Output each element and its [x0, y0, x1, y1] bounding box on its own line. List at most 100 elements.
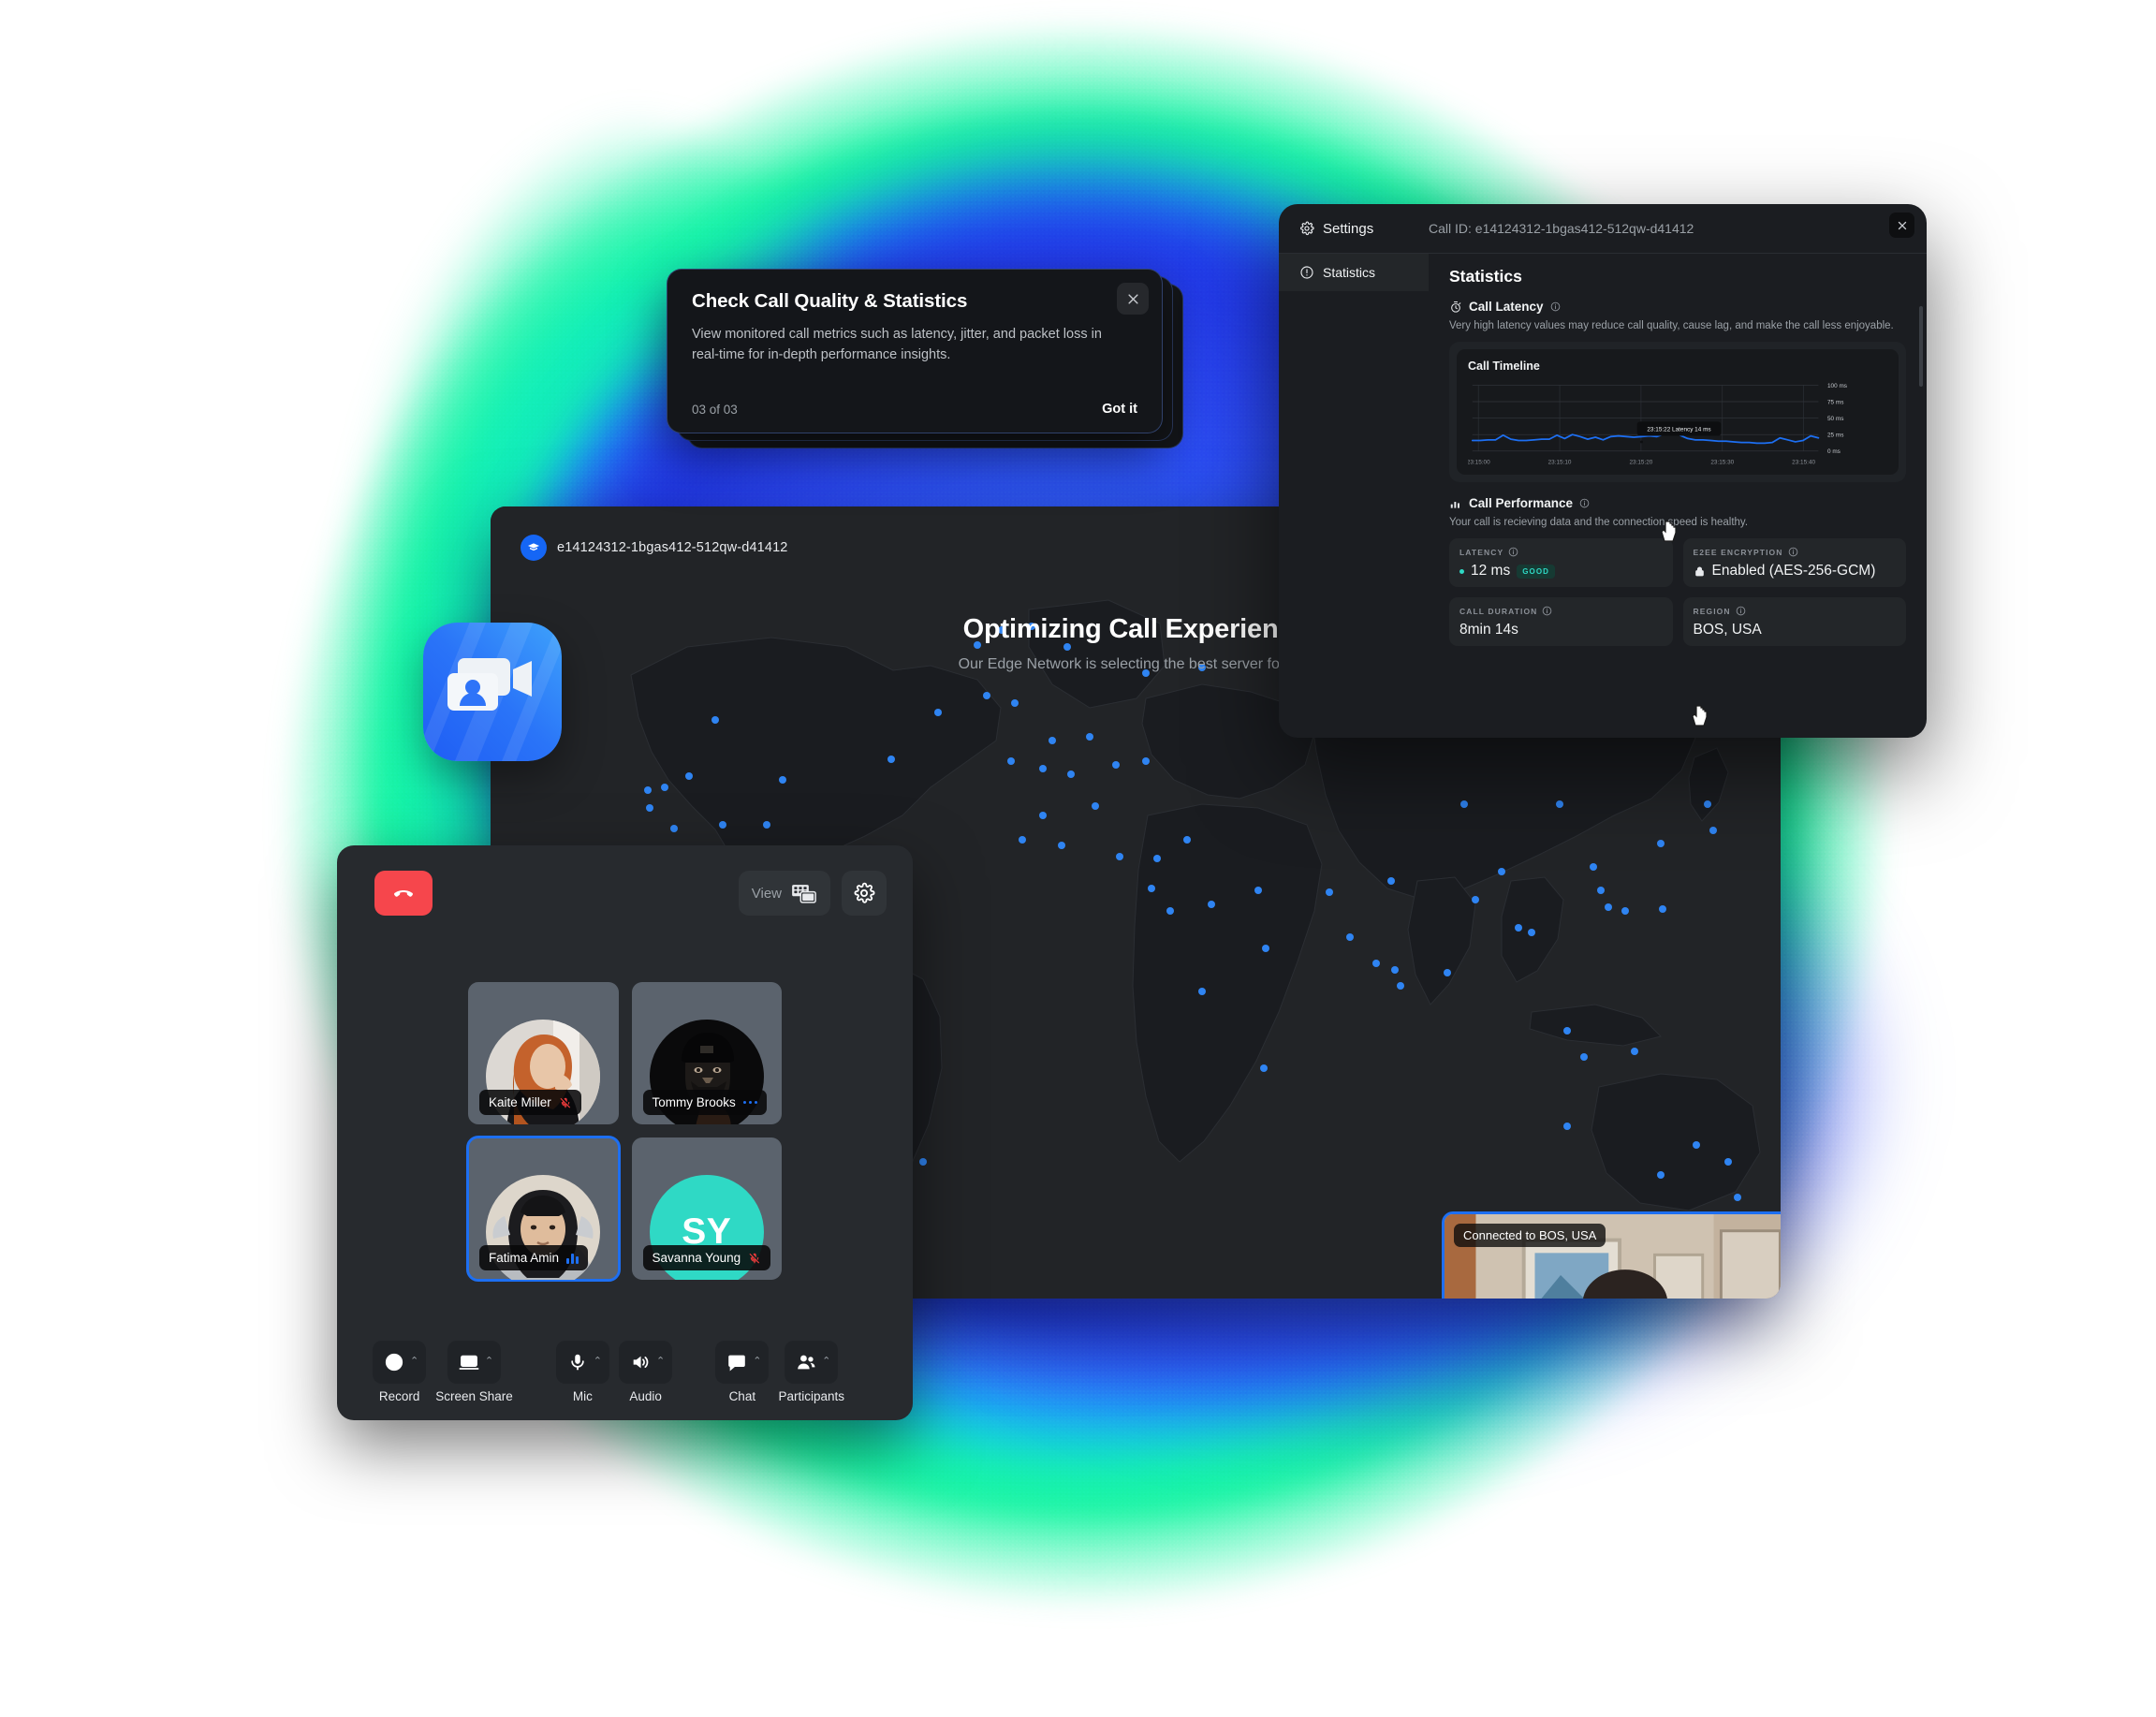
- onboarding-tooltip-stack: Check Call Quality & Statistics View mon…: [667, 269, 1183, 448]
- info-icon: [1736, 606, 1745, 616]
- mic-muted-icon: [560, 1097, 570, 1108]
- audio-button[interactable]: ⌃: [619, 1341, 673, 1384]
- stats-window-header: Settings Call ID: e14124312-1bgas412-512…: [1279, 204, 1927, 254]
- onboarding-tooltip-card: Check Call Quality & Statistics View mon…: [667, 269, 1163, 433]
- stream-logo-icon: [521, 535, 547, 561]
- bar-chart-icon: [1450, 501, 1459, 508]
- toolbar-item-mic: ⌃ Mic: [555, 1341, 609, 1403]
- participant-tile[interactable]: SY Savanna Young: [631, 1137, 782, 1280]
- chat-icon: [728, 1355, 746, 1372]
- settings-gear-button[interactable]: [842, 871, 887, 916]
- svg-text:23:15:30: 23:15:30: [1710, 459, 1734, 465]
- chevron-up-icon: ⌃: [410, 1355, 419, 1367]
- gear-icon: [1300, 221, 1314, 236]
- svg-text:23:15:22 Latency 14 ms: 23:15:22 Latency 14 ms: [1647, 427, 1710, 433]
- view-layout-button[interactable]: View: [738, 871, 830, 916]
- stats-content: Statistics Call Latency Very high latenc…: [1429, 254, 1927, 738]
- metric-region: REGION BOS, USA: [1682, 597, 1906, 646]
- more-options-icon[interactable]: [742, 1100, 758, 1105]
- svg-text:25 ms: 25 ms: [1827, 433, 1843, 439]
- leave-call-button[interactable]: [374, 871, 433, 916]
- metric-label: LATENCY: [1459, 547, 1504, 557]
- tooltip-step-counter: 03 of 03: [692, 402, 738, 417]
- stopwatch-icon: [1451, 301, 1461, 313]
- svg-text:23:15:00: 23:15:00: [1468, 459, 1490, 465]
- metric-duration: CALL DURATION 8min 14s: [1449, 597, 1673, 646]
- info-icon: [1788, 547, 1797, 557]
- call-toolbar: ⌃ Record ⌃ Screen Share ⌃ Mic ⌃ Audio ⌃ …: [373, 1341, 877, 1403]
- toolbar-item-participants: ⌃ Participants: [778, 1341, 844, 1403]
- toolbar-mic-button[interactable]: ⌃: [555, 1341, 609, 1384]
- chevron-up-icon: ⌃: [753, 1355, 762, 1367]
- close-button[interactable]: [1117, 283, 1149, 315]
- metric-value: BOS, USA: [1693, 622, 1762, 638]
- participants-panel: View Kaite Miller Tommy Brooks Fatima Am…: [337, 845, 913, 1420]
- stats-heading: Statistics: [1449, 267, 1522, 286]
- svg-text:0 ms: 0 ms: [1827, 448, 1841, 455]
- chevron-up-icon: ⌃: [593, 1355, 602, 1367]
- toolbar-label: Audio: [629, 1389, 662, 1403]
- metrics-grid: LATENCY 12 ms GOOD E2EE ENCRYPTION Enabl…: [1449, 538, 1906, 646]
- stats-sidebar: Statistics: [1279, 254, 1429, 738]
- call-timeline-chart[interactable]: 0 ms 25 ms 50 ms 75 ms 100 ms 23:15:00 23:15:1…: [1468, 379, 1887, 469]
- svg-text:23:15:20: 23:15:20: [1629, 459, 1652, 465]
- close-icon: [1898, 221, 1906, 229]
- sidebar-item-statistics[interactable]: Statistics: [1279, 254, 1429, 291]
- status-dot: [1459, 568, 1464, 574]
- lock-icon: [1694, 566, 1704, 576]
- settings-title: Settings: [1279, 221, 1429, 237]
- audio-level-icon: [566, 1253, 579, 1264]
- call-latency-title: Call Latency: [1469, 300, 1544, 314]
- svg-text:50 ms: 50 ms: [1827, 416, 1843, 422]
- metric-latency: LATENCY 12 ms GOOD: [1449, 538, 1673, 587]
- gear-icon: [854, 882, 875, 903]
- record-button[interactable]: ⌃: [373, 1341, 427, 1384]
- participant-name: Savanna Young: [652, 1251, 741, 1265]
- participants-button[interactable]: ⌃: [785, 1341, 839, 1384]
- stats-call-id: Call ID: e14124312-1bgas412-512qw-d41412: [1429, 221, 1694, 236]
- tooltip-title: Check Call Quality & Statistics: [692, 290, 968, 312]
- grid-layout-icon: [792, 884, 816, 903]
- chat-button[interactable]: ⌃: [715, 1341, 770, 1384]
- status-badge: GOOD: [1517, 564, 1556, 579]
- metric-value: Enabled (AES-256-GCM): [1711, 563, 1876, 579]
- toolbar-label: Record: [378, 1389, 420, 1403]
- participant-tile[interactable]: Fatima Amin: [466, 1136, 621, 1282]
- participant-name-badge: Tommy Brooks: [642, 1090, 768, 1115]
- tooltip-body: View monitored call metrics such as late…: [692, 327, 1102, 362]
- speaker-icon: [633, 1356, 649, 1369]
- call-latency-description: Very high latency values may reduce call…: [1449, 320, 1894, 331]
- self-video-tile[interactable]: Connected to BOS, USA Tester 1 (You): [1442, 1211, 1781, 1299]
- toolbar-item-screen-share: ⌃ Screen Share: [435, 1341, 513, 1403]
- phone-hangup-icon: [394, 889, 413, 897]
- got-it-button[interactable]: Got it: [1102, 402, 1137, 417]
- people-icon: [798, 1355, 815, 1370]
- participant-name-badge: Kaite Miller: [479, 1090, 581, 1115]
- toolbar-label: Mic: [572, 1389, 593, 1403]
- close-button[interactable]: [1889, 213, 1914, 238]
- scrollbar-thumb[interactable]: [1919, 306, 1923, 387]
- participant-tile[interactable]: Kaite Miller: [468, 982, 619, 1124]
- microphone-icon: [571, 1354, 584, 1371]
- info-icon: [1543, 606, 1552, 616]
- metric-value: 8min 14s: [1459, 622, 1518, 638]
- call-performance-header: Call Performance: [1449, 496, 1906, 510]
- metric-label: CALL DURATION: [1459, 606, 1538, 616]
- call-latency-header: Call Latency: [1449, 300, 1906, 314]
- svg-text:23:15:40: 23:15:40: [1792, 459, 1815, 465]
- settings-statistics-window: Settings Call ID: e14124312-1bgas412-512…: [1279, 204, 1927, 738]
- chevron-up-icon: ⌃: [822, 1355, 831, 1367]
- screen-share-button[interactable]: ⌃: [447, 1341, 502, 1384]
- chart-title: Call Timeline: [1468, 360, 1540, 373]
- call-id-text: e14124312-1bgas412-512qw-d41412: [557, 540, 788, 555]
- app-icon: [423, 623, 562, 761]
- participant-name-badge: Savanna Young: [642, 1245, 771, 1270]
- screen-share-icon: [459, 1355, 479, 1370]
- settings-label: Settings: [1323, 220, 1374, 237]
- participant-tile[interactable]: Tommy Brooks: [631, 982, 782, 1124]
- toolbar-item-record: ⌃ Record: [373, 1341, 427, 1403]
- metric-value: 12 ms: [1471, 563, 1511, 579]
- participant-name: Kaite Miller: [489, 1095, 551, 1109]
- chevron-up-icon: ⌃: [656, 1355, 666, 1367]
- alert-circle-icon: [1300, 266, 1313, 279]
